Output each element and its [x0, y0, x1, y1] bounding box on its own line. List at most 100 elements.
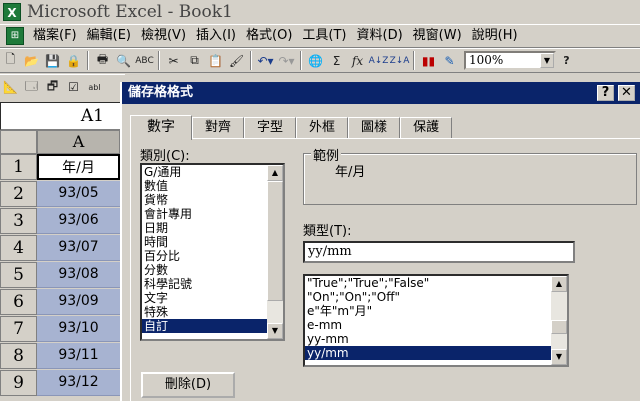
table-cell[interactable]: 93/10: [37, 316, 120, 342]
table-cell[interactable]: 93/12: [37, 370, 120, 396]
list-item[interactable]: 百分比: [142, 249, 283, 263]
save-icon[interactable]: 💾: [42, 50, 63, 71]
type-list[interactable]: "True";"True";"False" "On";"On";"Off" e"…: [303, 274, 569, 367]
scroll-thumb[interactable]: [267, 181, 283, 301]
redo-icon[interactable]: ↷▾: [276, 50, 297, 71]
tab-protection[interactable]: 保護: [400, 117, 453, 139]
table-cell[interactable]: 93/08: [37, 262, 120, 288]
workbook-icon[interactable]: ⊞: [6, 27, 24, 45]
zoom-select[interactable]: 100% ▼: [464, 51, 556, 70]
menu-help[interactable]: 說明(H): [467, 26, 523, 46]
list-item[interactable]: 科學記號: [142, 277, 283, 291]
menu-file[interactable]: 檔案(F): [28, 26, 82, 46]
menu-data[interactable]: 資料(D): [352, 26, 408, 46]
table-cell[interactable]: 93/07: [37, 235, 120, 261]
sort-ascending-icon[interactable]: A↓Z: [368, 50, 389, 71]
chart-wizard-icon[interactable]: ▮▮: [418, 50, 439, 71]
cell-a1[interactable]: 年/月: [37, 154, 120, 180]
window-titlebar: X Microsoft Excel - Book1: [0, 0, 640, 24]
autosum-icon[interactable]: Σ: [326, 50, 347, 71]
row-header[interactable]: 7: [0, 316, 37, 342]
tab-patterns[interactable]: 圖樣: [348, 117, 401, 139]
help-icon[interactable]: ?: [556, 50, 577, 71]
sort-descending-icon[interactable]: Z↓A: [389, 50, 410, 71]
name-box[interactable]: A1: [0, 102, 125, 130]
list-item[interactable]: yy-mm: [305, 332, 567, 346]
hyperlink-icon[interactable]: 🌐: [305, 50, 326, 71]
list-item[interactable]: 文字: [142, 291, 283, 305]
row-header[interactable]: 2: [0, 181, 37, 207]
cut-icon[interactable]: ✂: [163, 50, 184, 71]
menu-view[interactable]: 檢視(V): [136, 26, 191, 46]
list-item[interactable]: "On";"On";"Off": [305, 290, 567, 304]
new-icon[interactable]: 🗋: [0, 50, 21, 71]
menu-format[interactable]: 格式(O): [241, 26, 297, 46]
row-header[interactable]: 9: [0, 370, 37, 396]
view-code-icon[interactable]: 🗗: [42, 77, 63, 98]
category-scrollbar[interactable]: ▲ ▼: [267, 165, 283, 339]
table-cell[interactable]: 93/09: [37, 289, 120, 315]
row-header[interactable]: 6: [0, 289, 37, 315]
print-icon[interactable]: 🖶: [92, 50, 113, 71]
scroll-thumb[interactable]: [551, 320, 567, 334]
row-header[interactable]: 8: [0, 343, 37, 369]
table-cell[interactable]: 93/11: [37, 343, 120, 369]
menu-insert[interactable]: 插入(I): [191, 26, 241, 46]
copy-icon[interactable]: ⧉: [184, 50, 205, 71]
function-icon[interactable]: fx: [347, 50, 368, 71]
chevron-down-icon[interactable]: ▼: [540, 53, 554, 68]
list-item[interactable]: e"年"m"月": [305, 304, 567, 318]
toolbar-separator: [250, 51, 252, 70]
drawing-icon[interactable]: ✎: [439, 50, 460, 71]
list-item[interactable]: e-mm: [305, 318, 567, 332]
menu-edit[interactable]: 編輯(E): [82, 26, 136, 46]
list-item[interactable]: 分數: [142, 263, 283, 277]
list-item[interactable]: 貨幣: [142, 193, 283, 207]
delete-button[interactable]: 刪除(D): [141, 372, 235, 398]
row-header[interactable]: 1: [0, 154, 37, 180]
list-item[interactable]: 特殊: [142, 305, 283, 319]
menu-tools[interactable]: 工具(T): [297, 26, 351, 46]
list-item[interactable]: 會計專用: [142, 207, 283, 221]
list-item[interactable]: 時間: [142, 235, 283, 249]
select-all-corner[interactable]: [0, 130, 37, 154]
row-header[interactable]: 3: [0, 208, 37, 234]
table-cell[interactable]: 93/05: [37, 181, 120, 207]
list-item[interactable]: "True";"True";"False": [305, 276, 567, 290]
list-item[interactable]: G/通用: [142, 165, 283, 179]
column-header-a[interactable]: A: [37, 130, 120, 154]
row-header[interactable]: 5: [0, 262, 37, 288]
close-icon[interactable]: ✕: [618, 85, 635, 101]
paste-icon[interactable]: 📋: [205, 50, 226, 71]
open-icon[interactable]: 📂: [21, 50, 42, 71]
tab-border[interactable]: 外框: [296, 117, 349, 139]
list-item-selected[interactable]: 自訂: [142, 319, 283, 333]
scroll-down-icon[interactable]: ▼: [551, 349, 567, 365]
checkbox-control-icon[interactable]: ☑: [63, 77, 84, 98]
category-list[interactable]: G/通用 數值 貨幣 會計專用 日期 時間 百分比 分數 科學記號 文字 特殊 …: [140, 163, 285, 341]
list-item[interactable]: 日期: [142, 221, 283, 235]
help-icon[interactable]: ?: [597, 85, 614, 101]
scroll-up-icon[interactable]: ▲: [267, 165, 283, 181]
tab-font[interactable]: 字型: [244, 117, 297, 139]
design-mode-icon[interactable]: 📐: [0, 77, 21, 98]
menu-window[interactable]: 視窗(W): [408, 26, 467, 46]
print-preview-icon[interactable]: 🔍: [113, 50, 134, 71]
row-header[interactable]: 4: [0, 235, 37, 261]
format-painter-icon[interactable]: 🖌: [226, 50, 247, 71]
list-item[interactable]: 數值: [142, 179, 283, 193]
scroll-up-icon[interactable]: ▲: [551, 276, 567, 292]
permission-icon[interactable]: 🔒: [63, 50, 84, 71]
properties-icon[interactable]: 🗔: [21, 77, 42, 98]
zoom-value: 100%: [469, 53, 504, 67]
tab-number[interactable]: 數字: [130, 115, 192, 140]
type-input[interactable]: yy/mm: [303, 241, 575, 263]
tab-alignment[interactable]: 對齊: [192, 117, 245, 139]
scroll-down-icon[interactable]: ▼: [267, 323, 283, 339]
list-item-selected[interactable]: yy/mm: [305, 346, 567, 360]
table-cell[interactable]: 93/06: [37, 208, 120, 234]
type-scrollbar[interactable]: ▲ ▼: [551, 276, 567, 365]
spelling-icon[interactable]: ABC: [134, 50, 155, 71]
label-control-icon[interactable]: abl: [84, 77, 105, 98]
undo-icon[interactable]: ↶▾: [255, 50, 276, 71]
